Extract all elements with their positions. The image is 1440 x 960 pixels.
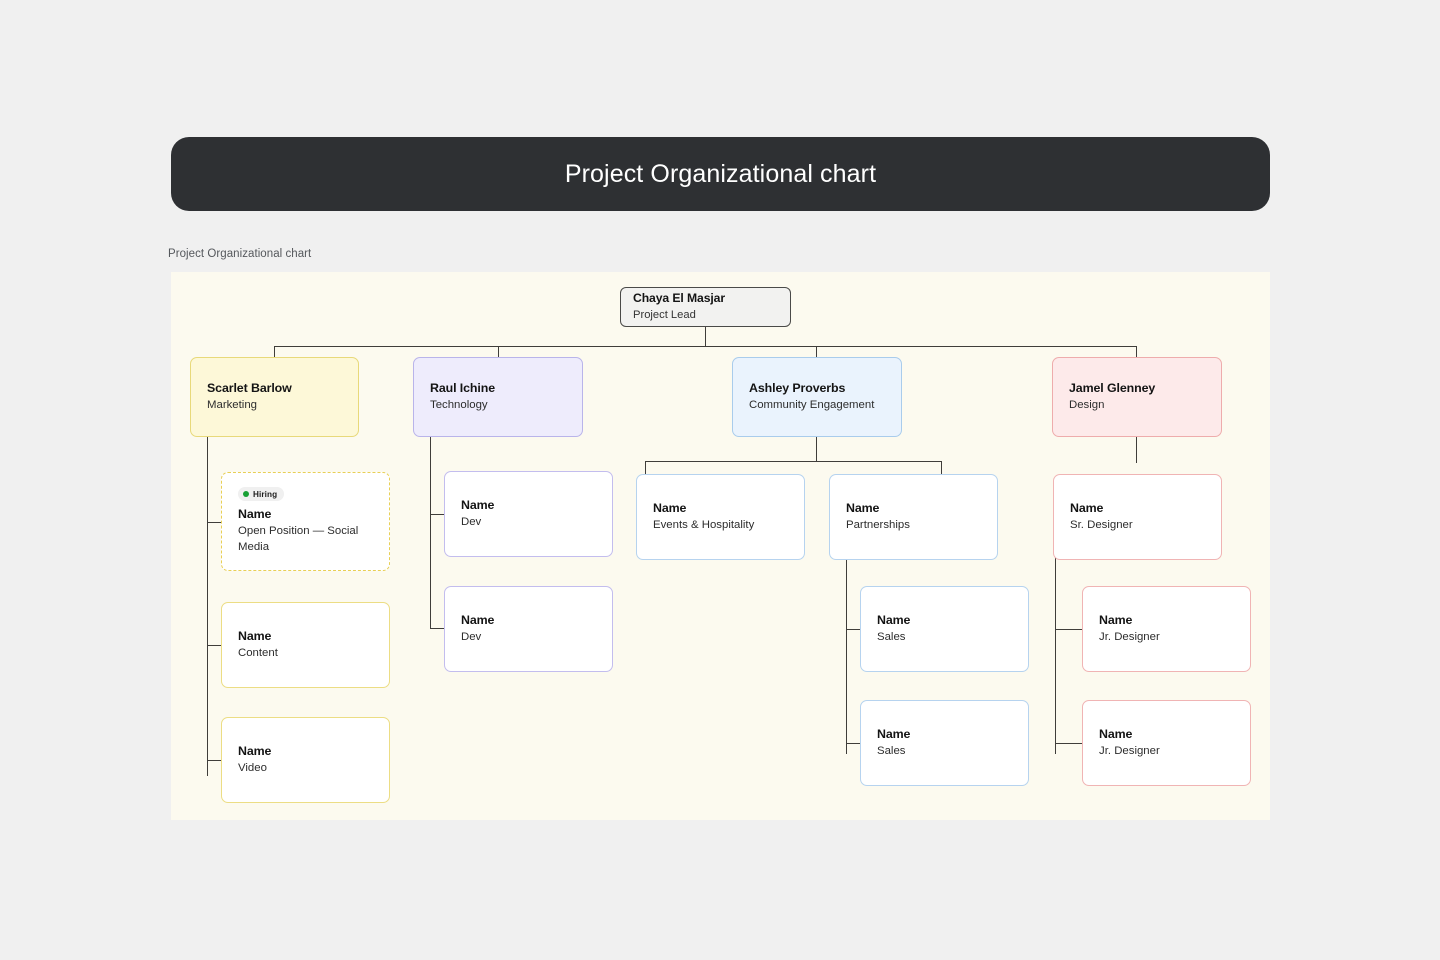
node-marketing-open-position[interactable]: Hiring Name Open Position — Social Media — [221, 472, 390, 571]
node-dept-design-role: Design — [1069, 398, 1105, 411]
connector-community-drop-partners — [941, 461, 943, 474]
node-design-junior-2[interactable]: Name Jr. Designer — [1082, 700, 1251, 786]
node-community-events-name: Name — [653, 501, 687, 516]
node-dept-marketing[interactable]: Scarlet Barlow Marketing — [190, 357, 359, 437]
node-dept-design[interactable]: Jamel Glenney Design — [1052, 357, 1222, 437]
node-technology-dev-2[interactable]: Name Dev — [444, 586, 613, 672]
connector-technology-child-1 — [430, 514, 444, 516]
connector-partnerships-spine — [846, 551, 848, 754]
node-sales-2-role: Sales — [877, 744, 906, 757]
chart-caption: Project Organizational chart — [168, 248, 312, 260]
connector-community-stem — [816, 436, 818, 462]
node-design-junior-1-name: Name — [1099, 613, 1133, 628]
node-dept-technology-name: Raul Ichine — [430, 381, 495, 396]
node-technology-dev-2-role: Dev — [461, 630, 482, 643]
connector-design-child-1 — [1055, 629, 1082, 631]
node-design-junior-2-name: Name — [1099, 727, 1133, 742]
connector-marketing-child-3 — [207, 760, 221, 762]
connector-drop-technology — [498, 346, 500, 357]
node-dept-marketing-role: Marketing — [207, 398, 258, 411]
node-dept-community[interactable]: Ashley Proverbs Community Engagement — [732, 357, 902, 437]
connector-technology-spine — [430, 436, 432, 629]
connector-root-bus — [274, 346, 1137, 348]
connector-partnerships-child-2 — [846, 743, 860, 745]
connector-marketing-child-2 — [207, 645, 221, 647]
connector-root-stem — [705, 326, 707, 347]
screen: Project Organizational chart Project Org… — [0, 0, 1440, 960]
connector-design-spine — [1055, 551, 1057, 754]
node-design-senior[interactable]: Name Sr. Designer — [1053, 474, 1222, 560]
node-marketing-open-position-role: Open Position — Social Media — [238, 524, 359, 553]
node-community-partnerships-role: Partnerships — [846, 518, 910, 531]
connector-design-child-2 — [1055, 743, 1082, 745]
node-dept-design-name: Jamel Glenney — [1069, 381, 1156, 396]
node-design-junior-1-role: Jr. Designer — [1099, 630, 1160, 643]
status-badge-label: Hiring — [253, 489, 278, 499]
node-dept-technology[interactable]: Raul Ichine Technology — [413, 357, 583, 437]
node-dept-marketing-name: Scarlet Barlow — [207, 381, 292, 396]
node-community-partnerships[interactable]: Name Partnerships — [829, 474, 998, 560]
node-community-events[interactable]: Name Events & Hospitality — [636, 474, 805, 560]
connector-drop-community — [816, 346, 818, 357]
node-community-events-role: Events & Hospitality — [653, 518, 755, 531]
node-sales-1[interactable]: Name Sales — [860, 586, 1029, 672]
connector-marketing-child-1 — [207, 522, 221, 524]
node-marketing-content[interactable]: Name Content — [221, 602, 390, 688]
node-root-role: Project Lead — [633, 308, 696, 321]
node-sales-2-name: Name — [877, 727, 911, 742]
connector-partnerships-child-1 — [846, 629, 860, 631]
node-technology-dev-1-name: Name — [461, 498, 495, 513]
node-marketing-open-position-name: Name — [238, 507, 272, 522]
node-dept-technology-role: Technology — [430, 398, 488, 411]
node-technology-dev-2-name: Name — [461, 613, 495, 628]
node-dept-community-role: Community Engagement — [749, 398, 875, 411]
page-title-banner: Project Organizational chart — [171, 137, 1270, 211]
connector-community-drop-events — [645, 461, 647, 474]
page-title: Project Organizational chart — [564, 159, 877, 188]
connector-technology-child-2 — [430, 628, 444, 630]
node-marketing-video-role: Video — [238, 761, 267, 774]
node-marketing-content-role: Content — [238, 646, 278, 659]
org-chart-canvas: Chaya El Masjar Project Lead Scarlet Bar… — [171, 272, 1270, 820]
connector-marketing-spine — [207, 436, 209, 776]
connector-design-stem — [1136, 436, 1138, 463]
node-dept-community-name: Ashley Proverbs — [749, 381, 846, 396]
node-root[interactable]: Chaya El Masjar Project Lead — [620, 287, 791, 327]
status-dot-icon — [243, 491, 249, 498]
node-marketing-content-name: Name — [238, 629, 272, 644]
connector-community-bus — [645, 461, 942, 463]
node-design-junior-2-role: Jr. Designer — [1099, 744, 1160, 757]
node-community-partnerships-name: Name — [846, 501, 880, 516]
node-sales-1-name: Name — [877, 613, 911, 628]
connector-drop-marketing — [274, 346, 276, 357]
status-badge-hiring: Hiring — [238, 487, 285, 502]
node-sales-1-role: Sales — [877, 630, 906, 643]
node-marketing-video[interactable]: Name Video — [221, 717, 390, 803]
node-design-junior-1[interactable]: Name Jr. Designer — [1082, 586, 1251, 672]
node-sales-2[interactable]: Name Sales — [860, 700, 1029, 786]
node-design-senior-name: Name — [1070, 501, 1104, 516]
node-technology-dev-1-role: Dev — [461, 515, 482, 528]
connector-drop-design — [1136, 346, 1138, 357]
node-root-name: Chaya El Masjar — [633, 291, 725, 306]
node-technology-dev-1[interactable]: Name Dev — [444, 471, 613, 557]
node-marketing-video-name: Name — [238, 744, 272, 759]
node-design-senior-role: Sr. Designer — [1070, 518, 1133, 531]
